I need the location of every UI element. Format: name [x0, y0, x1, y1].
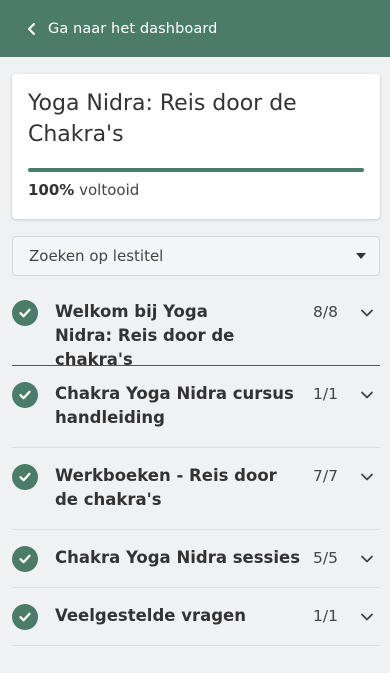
section-item[interactable]: Veelgestelde vragen 1/1 — [12, 588, 380, 646]
section-title: Veelgestelde vragen — [55, 606, 246, 625]
check-circle-icon — [12, 300, 38, 326]
section-title: Chakra Yoga Nidra cursus handleiding — [55, 384, 294, 427]
check-circle-icon — [12, 464, 38, 490]
section-count: 1/1 — [313, 385, 338, 403]
check-circle-icon — [12, 546, 38, 572]
back-to-dashboard-link[interactable]: Ga naar het dashboard — [25, 21, 217, 37]
section-title: Welkom bij Yoga Nidra: Reis door de chak… — [55, 302, 235, 369]
section-item[interactable]: Werkboeken - Reis door de chakra's 7/7 — [12, 448, 380, 530]
chevron-down-icon[interactable] — [360, 610, 374, 624]
chevron-down-icon[interactable] — [360, 552, 374, 566]
course-card: Yoga Nidra: Reis door de Chakra's 100% v… — [12, 74, 380, 219]
section-title: Werkboeken - Reis door de chakra's — [55, 466, 277, 509]
top-bar: Ga naar het dashboard — [0, 0, 390, 57]
check-circle-icon — [12, 382, 38, 408]
search-placeholder: Zoeken op lestitel — [29, 247, 164, 265]
section-title: Chakra Yoga Nidra sessies — [55, 548, 301, 567]
section-count: 1/1 — [313, 607, 338, 625]
section-count: 5/5 — [313, 549, 338, 567]
chevron-down-icon[interactable] — [360, 388, 374, 402]
section-item[interactable]: Chakra Yoga Nidra cursus handleiding 1/1 — [12, 366, 380, 448]
back-label: Ga naar het dashboard — [48, 20, 218, 37]
section-item[interactable]: Welkom bij Yoga Nidra: Reis door de chak… — [12, 294, 380, 369]
progress-fill — [28, 168, 364, 172]
course-title: Yoga Nidra: Reis door de Chakra's — [28, 91, 297, 147]
progress-percent: 100% — [28, 181, 75, 199]
lesson-search-select[interactable]: Zoeken op lestitel — [12, 236, 380, 276]
progress-text: 100% voltooid — [28, 181, 139, 199]
chevron-left-icon — [28, 22, 35, 35]
check-circle-icon — [12, 604, 38, 630]
chevron-down-icon[interactable] — [360, 306, 374, 320]
progress-suffix: voltooid — [74, 181, 140, 199]
section-item[interactable]: Chakra Yoga Nidra sessies 5/5 — [12, 530, 380, 588]
section-count: 8/8 — [313, 303, 338, 321]
caret-down-icon — [356, 253, 366, 259]
section-count: 7/7 — [313, 467, 338, 485]
progress-bar — [28, 168, 364, 172]
chevron-down-icon[interactable] — [360, 470, 374, 484]
